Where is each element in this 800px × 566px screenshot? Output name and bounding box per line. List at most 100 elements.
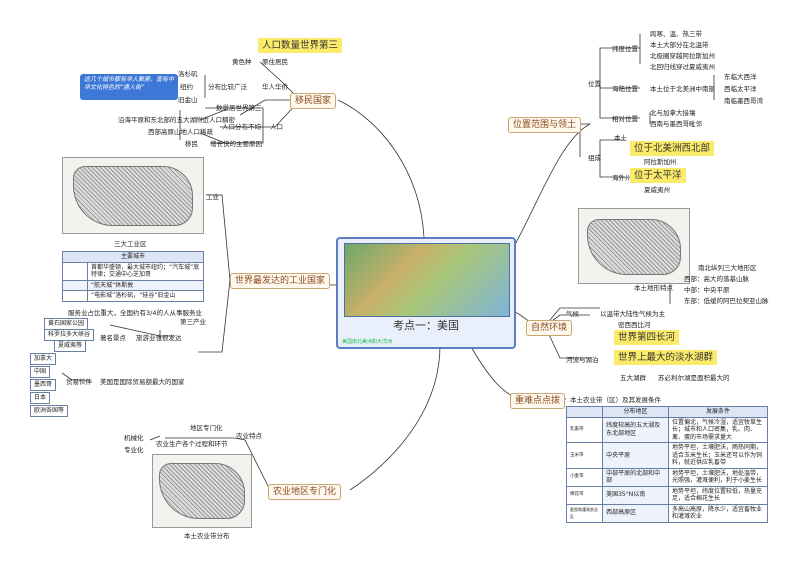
key-head: 本土农业带（区）及其发展条件	[570, 396, 661, 404]
loc-sea1: 本土位于北美洲中南部	[650, 85, 715, 93]
industry-map-land	[73, 166, 193, 226]
agri-map	[152, 454, 252, 528]
spot-colorado: 科罗拉多大峡谷	[44, 329, 95, 341]
agri-feature: 农业特点	[236, 432, 262, 440]
loc-lat4: 北回归线穿过夏威夷州	[650, 63, 715, 71]
agri-process: 农业生产各个过程和环节	[156, 440, 228, 448]
spot-hawaii: 夏威夷等	[54, 340, 87, 352]
agri-belt-table: 分布地区 发展条件 乳畜带 纬度较高的五大湖及东北部地区 位置偏北，气候冷湿，适…	[565, 406, 769, 523]
partner-japan: 日本	[30, 392, 51, 404]
cond-2: 地势平坦，土壤肥沃，雨热同期，适合玉米生长；玉米还可以作为饲料，就近供应乳畜带	[667, 442, 769, 469]
belt-5: 畜牧和灌溉农业区	[565, 503, 604, 523]
area-2: 中央平原	[602, 442, 669, 469]
loc-alaska: 阿拉斯加州	[644, 158, 677, 166]
nature-terrain: 本土地形特点	[634, 284, 673, 292]
industry-tour: 旅游业也很发达	[136, 334, 182, 342]
branch-nature[interactable]: 自然环境	[526, 320, 573, 336]
migrant-chinese: 华人华侨	[262, 83, 288, 91]
branch-migrant[interactable]: 移民国家	[290, 93, 337, 109]
col-area: 分布地区	[602, 406, 669, 418]
partner-mexico: 墨西哥	[30, 379, 57, 391]
industry-svc: 服务业占比重大，全国约有3/4的人从事服务业	[68, 309, 202, 317]
branch-location[interactable]: 位置范围与领土	[508, 117, 582, 133]
migrant-dist: 分布比较广泛	[208, 83, 247, 91]
migrant-popdist: 人口分布不均	[222, 123, 261, 131]
loc-pos: 位置	[588, 80, 601, 88]
nature-climate: 气候	[566, 310, 579, 318]
cond-3: 地势平坦，土壤肥沃，地处温带，光照强，灌溉便利，利于小麦生长	[667, 467, 769, 487]
pop-highlight: 人口数量世界第三	[258, 38, 343, 53]
branch-key[interactable]: 重难点点拨	[510, 393, 566, 409]
loc-rel: 相对位置	[612, 115, 638, 123]
branch-industry[interactable]: 世界最发达的工业国家	[230, 273, 331, 289]
nature-lakes: 五大湖群	[620, 374, 646, 382]
belt-1: 乳畜带	[565, 416, 604, 443]
industry-row-2: “航天城”休斯敦	[87, 279, 204, 291]
terrain-map	[578, 208, 690, 284]
branch-agri[interactable]: 农业地区专门化	[268, 484, 342, 500]
nature-lakes-highlight: 世界上最大的淡水湖群	[614, 350, 718, 365]
col-cond: 发展条件	[667, 406, 769, 418]
area-4: 美国35°N以南	[602, 485, 669, 505]
city-sf: 旧金山	[178, 96, 198, 104]
migrant-pop: 人口	[270, 123, 283, 131]
industry-row-3: “电影城”洛杉矶，“硅谷”旧金山	[87, 290, 204, 302]
loc-lat1: 跨寒、温、热三带	[650, 30, 702, 38]
partner-europe: 欧洲各国等	[30, 405, 69, 417]
industry-cities-table: 主要城市 首都华盛顿，最大城市纽约；“汽车城”底特律；交通中心芝加哥 “航天城”…	[62, 251, 204, 302]
nature-miss: 密西西比河	[618, 321, 651, 329]
agri-mech: 机械化	[124, 434, 144, 442]
loc-sea-w: 西临太平洋	[724, 85, 757, 93]
belt-3: 小麦带	[565, 467, 604, 487]
central-note: 美国南北美洲和大洋洲	[342, 339, 393, 345]
nature-t4: 东部：低缓的阿巴拉契亚山脉	[684, 297, 769, 305]
migrant-orig: 原住居民	[262, 58, 288, 66]
loc-sea-s: 南临墨西哥湾	[724, 97, 763, 105]
cond-4: 地势平坦，纬度位置较低，热量充足，适合棉花生长	[667, 485, 769, 505]
migrant-migrate: 移民	[185, 140, 198, 148]
loc-rel2: 西南与墨西哥毗邻	[650, 120, 702, 128]
industry-partners: 贸易伙伴	[66, 378, 92, 386]
belt-2: 玉米带	[565, 442, 604, 469]
industry-row-1: 首都华盛顿，最大城市纽约；“汽车城”底特律；交通中心芝加哥	[87, 261, 204, 281]
industry-cities-head: 主要城市	[62, 251, 204, 263]
nature-miss-highlight: 世界第四长河	[614, 330, 680, 345]
loc-lat2: 本土大部分在北温带	[650, 41, 709, 49]
nature-t2: 西部：高大的落基山脉	[684, 275, 749, 283]
loc-hawaii: 夏威夷州	[644, 186, 670, 194]
chinatown-callout: 这几个城市都有华人聚居，富有中华文化特色的“唐人街”	[80, 74, 178, 100]
central-topic[interactable]: 考点一：美国 美国南北美洲和大洋洲	[336, 237, 516, 349]
migrant-growth: 增长快的主要原因	[210, 140, 262, 148]
partner-canada: 加拿大	[30, 353, 57, 365]
nature-t1: 南北纵列三大地形区	[698, 264, 757, 272]
area-5: 西部高原区	[602, 503, 669, 523]
city-la: 洛杉矶	[178, 70, 198, 78]
nature-superior: 苏必利尔湖是面积最大的	[658, 374, 730, 382]
migrant-west: 西部高原山地人口稀疏	[148, 128, 213, 136]
loc-overseas: 海外州	[612, 174, 632, 182]
industry-map-caption: 三大工业区	[114, 240, 147, 248]
area-3: 中部平原的北部和中部	[602, 467, 669, 487]
nature-t3: 中部：中央平原	[684, 286, 730, 294]
loc-main: 本土	[614, 134, 627, 142]
usa-terrain-map	[344, 243, 510, 317]
loc-lat: 纬度位置	[612, 45, 638, 53]
loc-comp: 组成	[588, 154, 601, 162]
loc-main-highlight: 位于北美洲西北部	[630, 141, 715, 156]
loc-sea-e: 东临大西洋	[724, 73, 757, 81]
loc-lat3: 北极圈穿越阿拉斯加州	[650, 52, 715, 60]
industry-map	[62, 157, 204, 234]
industry-spots: 著名景点	[100, 334, 126, 342]
central-title: 考点一：美国	[393, 319, 459, 332]
belt-4: 棉花带	[565, 485, 604, 505]
loc-rel1: 北与加拿大接壤	[650, 109, 696, 117]
area-1: 纬度较高的五大湖及东北部地区	[602, 416, 669, 443]
migrant-color: 黄色种	[232, 58, 252, 66]
nature-river: 河流与湖泊	[566, 356, 599, 364]
migrant-pop3: 数量居世界第三	[216, 104, 262, 112]
nature-climate1: 以温带大陆性气候为主	[600, 310, 665, 318]
industry-ind: 工业	[206, 193, 219, 201]
agri-map-land	[159, 463, 245, 519]
loc-sea: 海陆位置	[612, 85, 638, 93]
migrant-east: 沿海平原和东北部的五大湖附近人口稠密	[118, 116, 235, 124]
